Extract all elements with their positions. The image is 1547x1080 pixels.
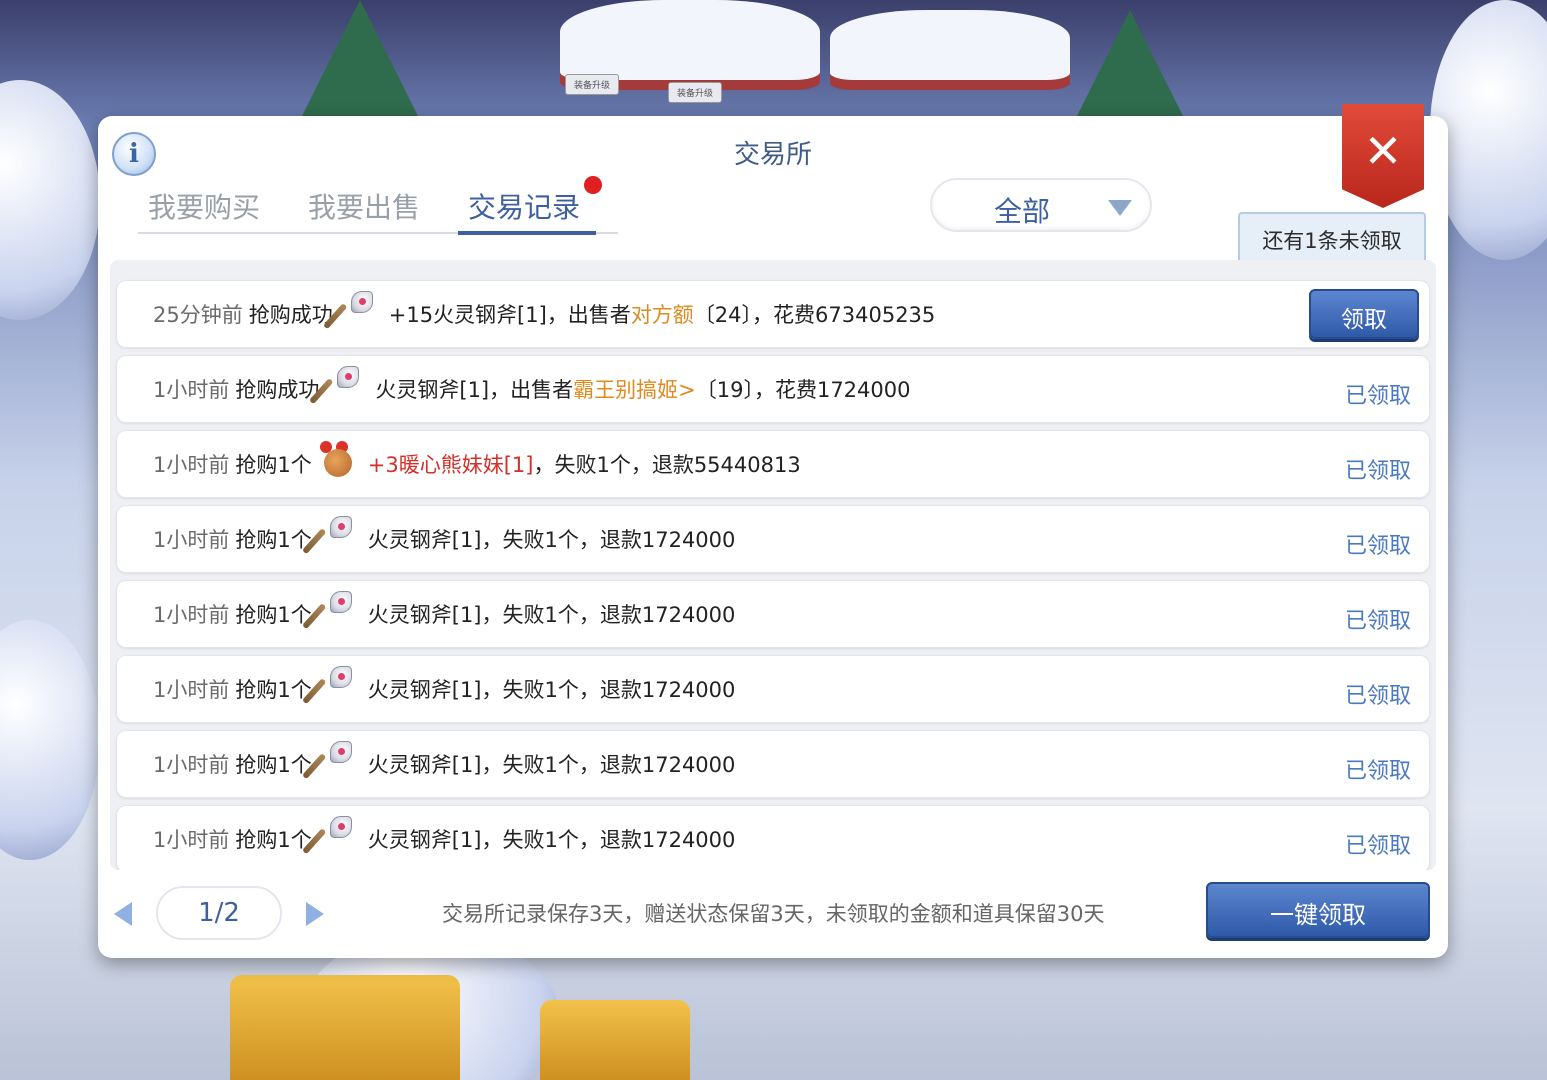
record-action: 抢购1个 xyxy=(235,453,312,477)
record-action: 抢购成功 xyxy=(235,378,320,402)
record-list[interactable]: 25分钟前 抢购成功 +15火灵钢斧[1] ，出售者 对方额 〔24〕，花费6734052… xyxy=(110,260,1436,870)
record-item-name: 火灵钢斧[1] xyxy=(367,528,482,552)
golden-chest xyxy=(230,975,460,1080)
pine-tree xyxy=(1070,10,1190,130)
claim-all-button[interactable]: 一键领取 xyxy=(1206,882,1430,938)
axe-icon xyxy=(309,364,361,405)
filter-selected: 全部 xyxy=(993,195,1050,228)
axe-icon xyxy=(301,589,354,630)
axe-icon xyxy=(301,814,354,855)
axe-icon xyxy=(301,664,354,705)
golden-scroll xyxy=(540,1000,690,1080)
record-item-name: 火灵钢斧[1] xyxy=(375,378,490,402)
snow-mound xyxy=(0,80,100,320)
record-row: 25分钟前 抢购成功 +15火灵钢斧[1] ，出售者 对方额 〔24〕，花费6734052… xyxy=(116,280,1430,348)
claim-button[interactable]: 领取 xyxy=(1309,289,1419,339)
retention-note: 交易所记录保存3天，赠送状态保留3天，未领取的金额和道具保留30天 xyxy=(442,902,1105,926)
pine-tree xyxy=(300,0,420,120)
record-detail: ，失败1个，退款55440813 xyxy=(533,453,801,477)
record-seller-label: ，出售者 xyxy=(489,378,574,402)
trade-exchange-panel: i 交易所 我要购买 我要出售 交易记录 全部 ✕ 还有1条未领取 25分钟前抢… xyxy=(98,104,1448,958)
record-row: 1小时前 抢购1个 火灵钢斧[1] ，失败1个，退款1724000 已领取 xyxy=(116,505,1430,573)
panel-title: 交易所 xyxy=(733,140,812,170)
record-detail: 〔24〕，花费673405235 xyxy=(693,303,936,327)
record-seller-label: ，出售者 xyxy=(546,303,631,327)
bear-icon xyxy=(318,439,354,477)
record-seller-name: 对方额 xyxy=(630,303,694,327)
record-item-name: +15火灵钢斧[1] xyxy=(388,303,547,327)
record-item-name: +3暖心熊妹妹[1] xyxy=(367,453,534,477)
claimed-status: 已领取 xyxy=(1344,384,1411,409)
record-action: 抢购1个 xyxy=(235,678,312,702)
record-time: 1小时前 xyxy=(153,828,230,852)
prev-page-icon[interactable] xyxy=(114,902,132,926)
tab-bar: 我要购买 我要出售 交易记录 xyxy=(138,176,618,235)
snow-mound xyxy=(0,620,100,860)
unclaimed-tooltip: 还有1条未领取 xyxy=(1238,212,1426,274)
tab-buy[interactable]: 我要购买 xyxy=(138,182,298,232)
claimed-status: 已领取 xyxy=(1344,684,1411,709)
record-action: 抢购1个 xyxy=(235,528,312,552)
record-item-name: 火灵钢斧[1] xyxy=(367,678,482,702)
filter-dropdown[interactable]: 全部 xyxy=(930,178,1152,232)
record-item-name: 火灵钢斧[1] xyxy=(367,603,482,627)
record-detail: 〔19〕，花费1724000 xyxy=(695,378,911,402)
chevron-down-icon xyxy=(1108,200,1132,216)
record-row: 1小时前 抢购1个 火灵钢斧[1] ，失败1个，退款1724000 已领取 xyxy=(116,805,1430,870)
claimed-status: 已领取 xyxy=(1344,759,1411,784)
axe-icon xyxy=(301,739,354,780)
record-time: 1小时前 xyxy=(153,528,230,552)
record-action: 抢购1个 xyxy=(235,603,312,627)
record-action: 抢购成功 xyxy=(248,303,333,327)
record-time: 1小时前 xyxy=(153,753,230,777)
record-row: 1小时前 抢购1个 火灵钢斧[1] ，失败1个，退款1724000 已领取 xyxy=(116,655,1430,723)
record-detail: ，失败1个，退款1724000 xyxy=(481,828,736,852)
close-button[interactable]: ✕ xyxy=(1342,104,1424,208)
axe-icon xyxy=(322,289,375,330)
record-item-name: 火灵钢斧[1] xyxy=(367,828,482,852)
record-action: 抢购1个 xyxy=(235,753,312,777)
house-roof xyxy=(830,10,1070,80)
record-item-name: 火灵钢斧[1] xyxy=(367,753,482,777)
page-indicator: 1/2 xyxy=(156,886,282,940)
record-detail: ，失败1个，退款1724000 xyxy=(481,678,736,702)
record-action: 抢购1个 xyxy=(235,828,312,852)
record-row: 1小时前 抢购1个 火灵钢斧[1] ，失败1个，退款1724000 已领取 xyxy=(116,580,1430,648)
house-roof xyxy=(560,0,820,80)
tab-label: 交易记录 xyxy=(468,191,581,224)
notification-dot-icon xyxy=(584,176,602,194)
record-row: 1小时前 抢购成功 火灵钢斧[1] ，出售者 霸王别搞姬> 〔19〕，花费1724000 已… xyxy=(116,355,1430,423)
axe-icon xyxy=(301,514,354,555)
close-icon: ✕ xyxy=(1363,124,1403,178)
record-time: 1小时前 xyxy=(153,678,230,702)
record-row: 1小时前 抢购1个 +3暖心熊妹妹[1] ，失败1个，退款55440813 已领取 xyxy=(116,430,1430,498)
claimed-status: 已领取 xyxy=(1344,534,1411,559)
claimed-status: 已领取 xyxy=(1344,609,1411,634)
record-time: 1小时前 xyxy=(153,378,230,402)
tab-trade-records[interactable]: 交易记录 xyxy=(458,176,618,235)
record-detail: ，失败1个，退款1724000 xyxy=(481,753,736,777)
record-row: 1小时前 抢购1个 火灵钢斧[1] ，失败1个，退款1724000 已领取 xyxy=(116,730,1430,798)
scene-sign: 装备升级 xyxy=(668,82,723,103)
record-seller-name: 霸王别搞姬> xyxy=(573,378,696,402)
record-time: 1小时前 xyxy=(153,453,230,477)
next-page-icon[interactable] xyxy=(306,902,324,926)
claimed-status: 已领取 xyxy=(1344,834,1411,859)
tab-sell[interactable]: 我要出售 xyxy=(298,182,458,232)
claimed-status: 已领取 xyxy=(1344,459,1411,484)
record-time: 1小时前 xyxy=(153,603,230,627)
record-detail: ，失败1个，退款1724000 xyxy=(481,528,736,552)
record-detail: ，失败1个，退款1724000 xyxy=(481,603,736,627)
record-time: 25分钟前 xyxy=(153,303,243,327)
scene-sign: 装备升级 xyxy=(565,74,620,95)
